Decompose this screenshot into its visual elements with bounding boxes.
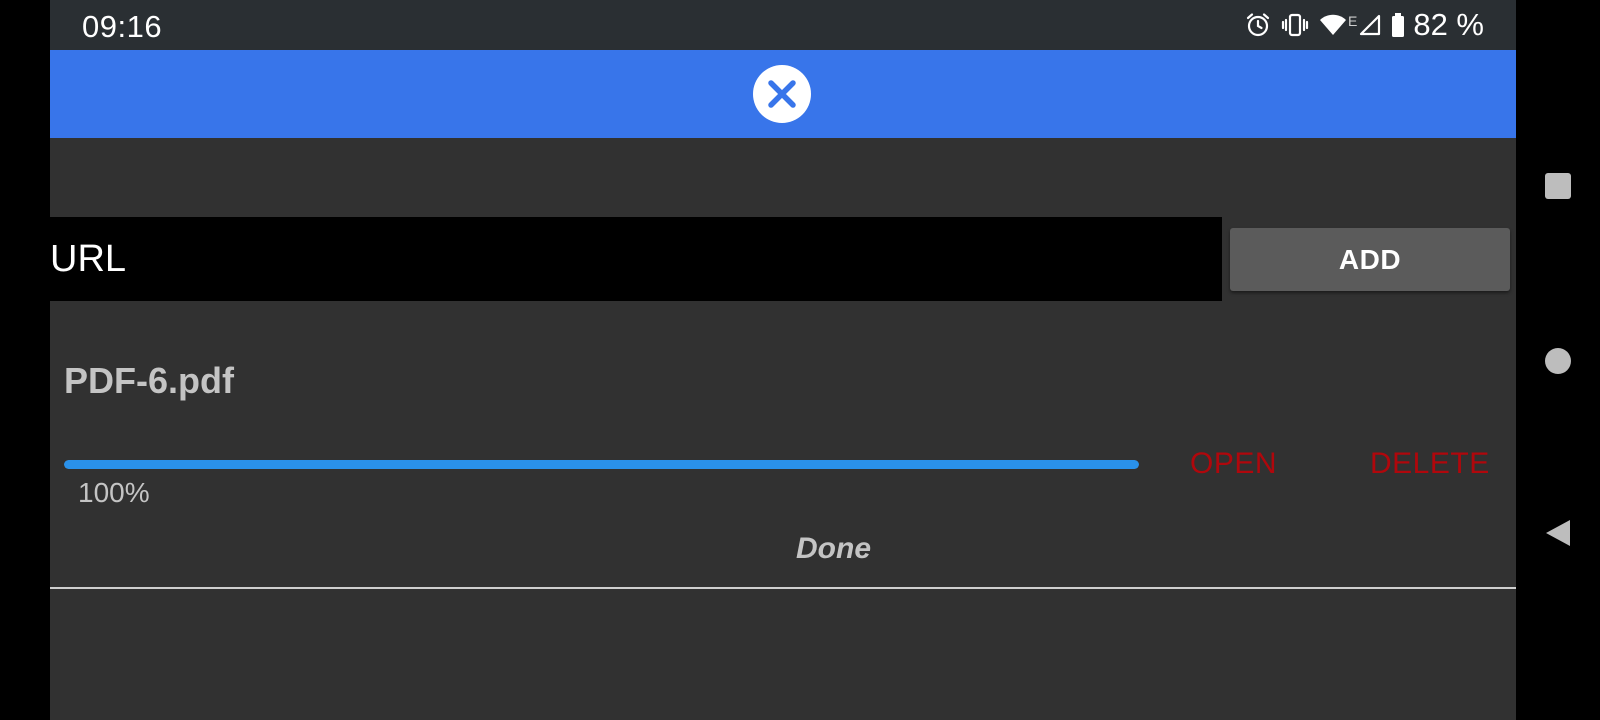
- app-window: 09:16 E 82 % URL ADD PDF-6.pdf 100% OPEN…: [50, 0, 1516, 720]
- signal-icon: [1359, 13, 1381, 37]
- battery-percent: 82 %: [1413, 7, 1484, 42]
- url-input[interactable]: [50, 217, 1222, 301]
- status-time: 09:16: [82, 9, 163, 44]
- network-type-label: E: [1347, 13, 1358, 29]
- item-divider: [50, 587, 1516, 589]
- progress-percent: 100%: [78, 477, 150, 508]
- alarm-icon: [1245, 12, 1271, 38]
- file-name: PDF-6.pdf: [64, 360, 234, 401]
- phone-screen: 09:16 E 82 % URL ADD PDF-6.pdf 100% OPEN…: [0, 0, 1600, 720]
- header-bar: [50, 50, 1516, 138]
- open-button[interactable]: OPEN: [1190, 447, 1277, 481]
- recents-icon[interactable]: [1545, 173, 1571, 199]
- home-icon[interactable]: [1545, 348, 1571, 374]
- status-icons: E 82 %: [1235, 7, 1484, 42]
- navigation-bar: [1516, 0, 1600, 720]
- vibrate-icon: [1281, 12, 1309, 38]
- progress-fill: [64, 460, 1139, 469]
- download-status: Done: [796, 532, 871, 565]
- close-button[interactable]: [753, 65, 811, 123]
- add-button[interactable]: ADD: [1230, 228, 1510, 291]
- battery-icon: [1391, 12, 1405, 38]
- delete-button[interactable]: DELETE: [1370, 447, 1490, 481]
- wifi-icon: E: [1319, 13, 1357, 37]
- progress-bar: [64, 460, 1139, 469]
- status-bar: 09:16 E 82 %: [50, 0, 1516, 50]
- close-icon: [768, 80, 796, 108]
- back-icon[interactable]: [1544, 518, 1572, 548]
